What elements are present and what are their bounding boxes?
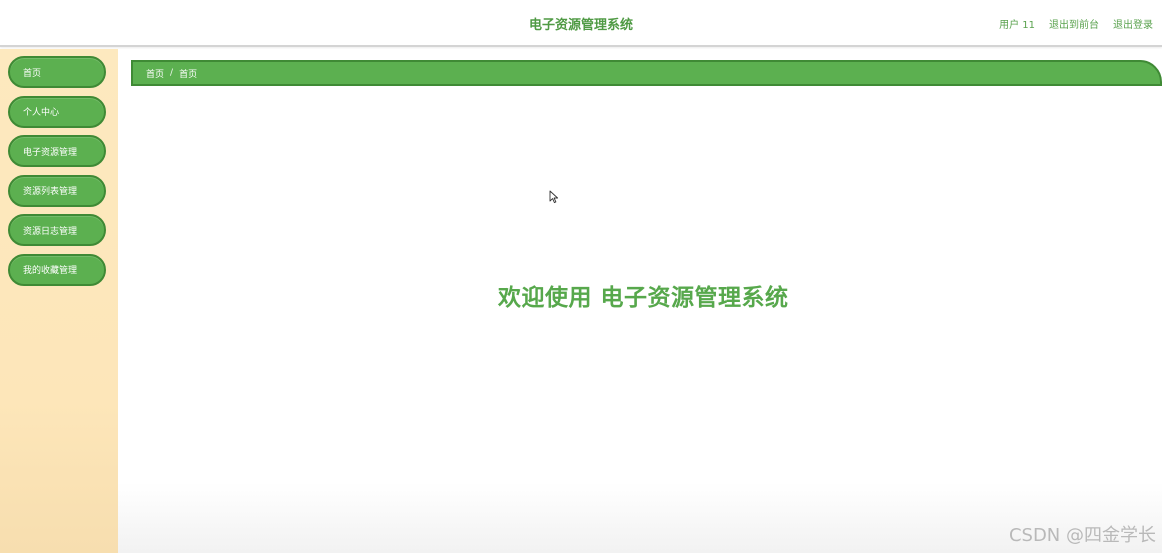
sidebar-item-label: 电子资源管理 — [23, 147, 78, 158]
back-to-front-link[interactable]: 退出到前台 — [1049, 16, 1099, 31]
main-content: 首页 / 首页 欢迎使用 电子资源管理系统 — [118, 49, 1162, 553]
mouse-pointer-icon — [549, 190, 559, 204]
logout-link[interactable]: 退出登录 — [1113, 16, 1153, 31]
sidebar-item-resource-list-management[interactable]: 资源列表管理 — [8, 174, 106, 207]
sidebar-item-label: 资源列表管理 — [23, 187, 78, 198]
sidebar-item-home[interactable]: 首页 — [8, 56, 106, 88]
breadcrumb-current: 首页 — [179, 69, 198, 80]
sidebar-item-personal-center[interactable]: 个人中心 — [8, 95, 106, 128]
header-actions: 用户 11 退出到前台 退出登录 — [999, 16, 1153, 31]
breadcrumb-separator: / — [170, 68, 174, 78]
top-header: 电子资源管理系统 用户 11 退出到前台 退出登录 — [0, 0, 1162, 47]
welcome-message: 欢迎使用 电子资源管理系统 — [498, 285, 789, 311]
breadcrumb-home[interactable]: 首页 — [146, 67, 164, 80]
sidebar-item-e-resource-management[interactable]: 电子资源管理 — [8, 135, 106, 168]
app-title: 电子资源管理系统 — [528, 18, 633, 33]
breadcrumb: 首页 / 首页 — [131, 60, 1162, 86]
sidebar-item-label: 个人中心 — [23, 108, 60, 119]
sidebar-item-label: 首页 — [23, 68, 42, 79]
sidebar-item-label: 我的收藏管理 — [23, 266, 78, 277]
watermark: CSDN @四金学长 — [1008, 525, 1156, 546]
sidebar-item-my-favorites-management[interactable]: 我的收藏管理 — [8, 253, 106, 286]
current-user-label: 用户 11 — [999, 20, 1035, 31]
sidebar: 首页 个人中心 电子资源管理 资源列表管理 资源日志管理 我的收藏管理 — [0, 49, 118, 553]
sidebar-item-label: 资源日志管理 — [23, 226, 78, 237]
sidebar-item-resource-log-management[interactable]: 资源日志管理 — [8, 214, 106, 247]
